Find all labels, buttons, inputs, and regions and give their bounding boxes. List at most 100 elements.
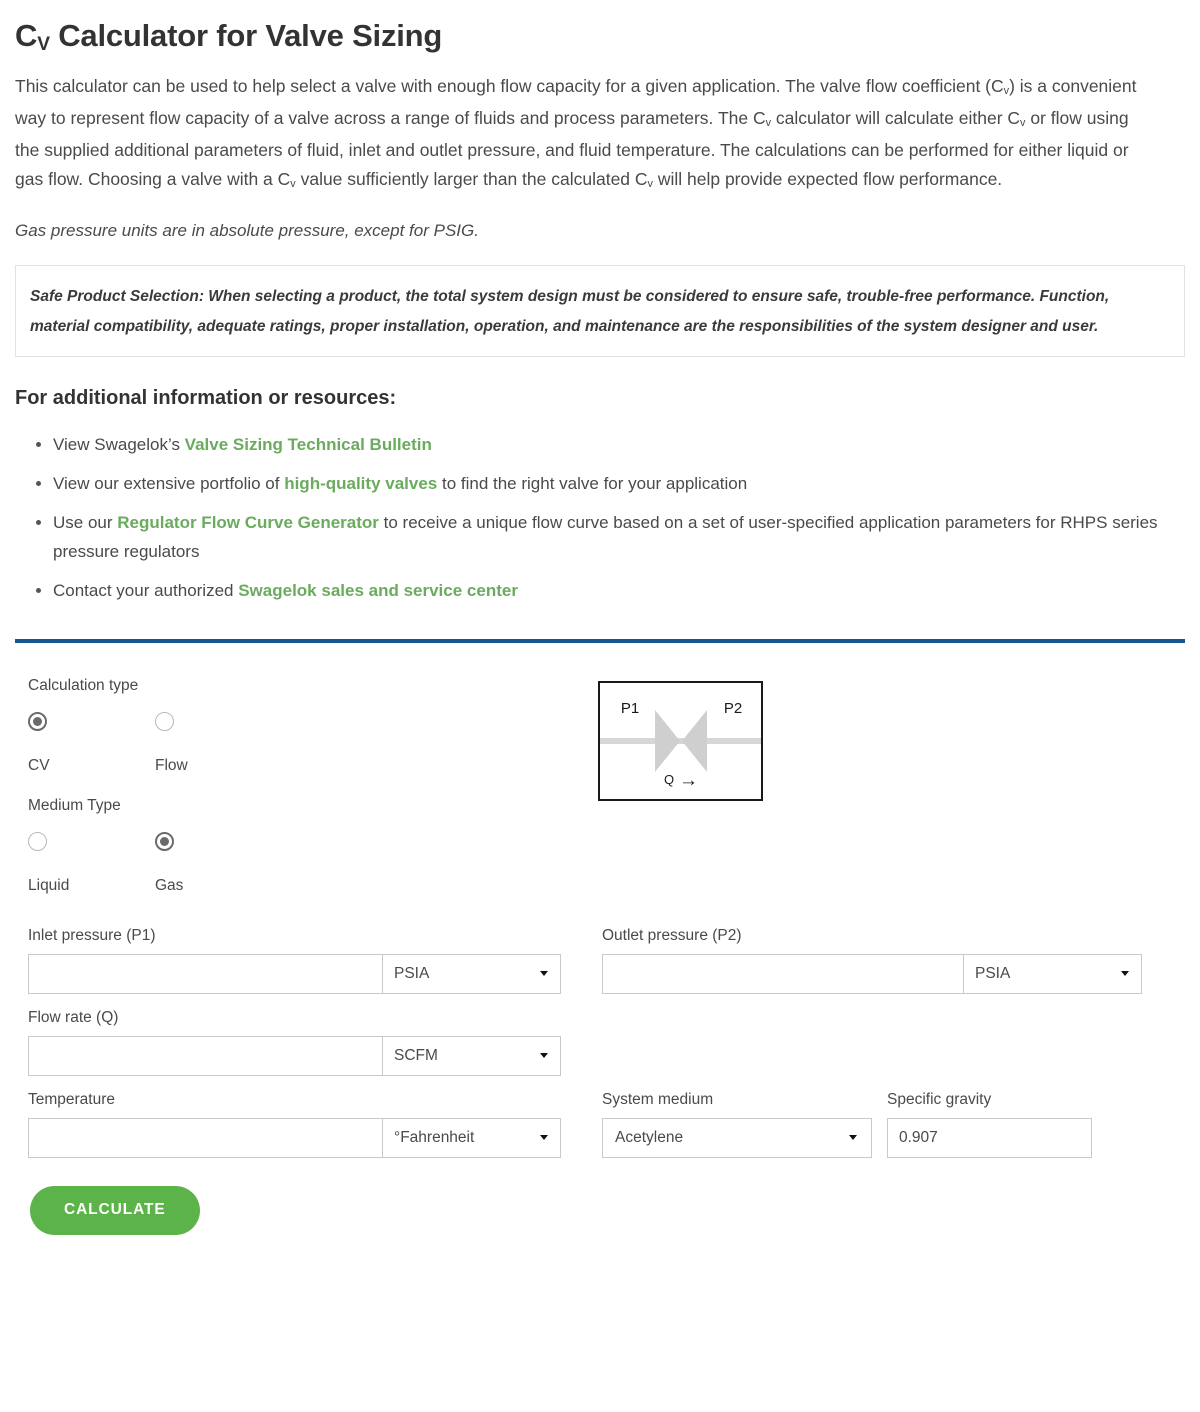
inlet-pressure-field: Inlet pressure (P1) PSIA	[28, 927, 588, 994]
page-root: CV Calculator for Valve Sizing This calc…	[0, 18, 1200, 1263]
inlet-pressure-input[interactable]	[29, 954, 382, 993]
safe-product-selection-box: Safe Product Selection: When selecting a…	[15, 264, 1185, 357]
inlet-pressure-combo: PSIA	[28, 953, 561, 994]
radio-cv[interactable]	[28, 711, 47, 731]
resources-list: View Swagelok’s Valve Sizing Technical B…	[15, 430, 1185, 605]
outlet-pressure-input[interactable]	[603, 954, 963, 993]
flow-rate-field: Flow rate (Q) SCFM	[28, 1009, 588, 1076]
temperature-unit-select[interactable]: °Fahrenheit	[382, 1118, 560, 1157]
medium-gravity-group: System medium Acetylene Specific gravity	[588, 1091, 1172, 1158]
medium-type-label: Medium Type	[28, 796, 121, 814]
temperature-field: Temperature °Fahrenheit	[28, 1091, 588, 1158]
inlet-pressure-unit-value: PSIA	[394, 964, 430, 982]
specific-gravity-input[interactable]	[887, 1117, 1092, 1158]
radio-option-cv: CV	[28, 711, 155, 775]
valve-diagram-svg: P1 P2 Q →	[600, 700, 761, 791]
page-title-subscript: V	[37, 34, 50, 56]
medium-type-options: Liquid Gas	[28, 831, 588, 895]
flow-rate-input[interactable]	[29, 1036, 382, 1075]
page-title-cv: C	[15, 18, 38, 53]
intro-sub-2: v	[765, 117, 772, 130]
intro-paragraph: This calculator can be used to help sele…	[15, 72, 1155, 197]
safe-product-selection-text: Safe Product Selection: When selecting a…	[30, 282, 1170, 342]
valve-diagram: P1 P2 Q →	[598, 680, 763, 801]
chevron-down-icon	[540, 1135, 548, 1141]
system-medium-value: Acetylene	[615, 1128, 684, 1146]
resource-pre-text: View our extensive portfolio of	[53, 473, 285, 493]
flow-rate-unit-select[interactable]: SCFM	[382, 1036, 560, 1075]
specific-gravity-field: Specific gravity	[887, 1091, 1092, 1158]
resource-post-text: to find the right valve for your applica…	[437, 473, 748, 493]
system-medium-field: System medium Acetylene	[602, 1091, 887, 1158]
form-top-row: Calculation type CV Flow Medium Type Liq…	[28, 677, 1172, 903]
calculation-type-group: Calculation type CV Flow	[28, 677, 588, 775]
chevron-down-icon	[540, 1053, 548, 1059]
safe-product-selection-lead: Safe Product Selection:	[30, 287, 204, 305]
inlet-pressure-label: Inlet pressure (P1)	[28, 926, 156, 944]
list-item: Use our Regulator Flow Curve Generator t…	[53, 508, 1185, 566]
system-medium-label: System medium	[602, 1090, 714, 1108]
outlet-pressure-label: Outlet pressure (P2)	[602, 926, 742, 944]
chevron-down-icon	[1121, 971, 1129, 977]
temperature-combo: °Fahrenheit	[28, 1117, 561, 1158]
flow-rate-label: Flow rate (Q)	[28, 1008, 119, 1026]
chevron-down-icon	[540, 971, 548, 977]
temperature-unit-value: °Fahrenheit	[394, 1128, 475, 1146]
form-left-column: Calculation type CV Flow Medium Type Liq…	[28, 677, 588, 903]
calculator-form: Calculation type CV Flow Medium Type Liq…	[15, 677, 1185, 1235]
outlet-pressure-unit-select[interactable]: PSIA	[963, 954, 1141, 993]
outlet-pressure-combo: PSIA	[602, 953, 1142, 994]
calculation-type-label: Calculation type	[28, 676, 139, 694]
radio-cv-label: CV	[28, 756, 50, 774]
page-title: CV Calculator for Valve Sizing	[15, 18, 1185, 56]
radio-flow[interactable]	[155, 711, 174, 731]
resources-heading: For additional information or resources:	[15, 386, 397, 409]
calculation-type-options: CV Flow	[28, 711, 588, 775]
list-item: View Swagelok’s Valve Sizing Technical B…	[53, 430, 1185, 459]
temperature-label: Temperature	[28, 1090, 116, 1108]
inlet-pressure-unit-select[interactable]: PSIA	[382, 954, 560, 993]
intro-sub-3: v	[1020, 117, 1026, 130]
page-title-rest: Calculator for Valve Sizing	[49, 18, 443, 53]
medium-type-group: Medium Type Liquid Gas	[28, 797, 588, 895]
flow-arrow-icon: →	[679, 770, 698, 791]
resource-pre-text: View Swagelok’s	[53, 434, 185, 454]
intro-text-c: calculator will calculate either C	[771, 107, 1021, 128]
flow-rate-unit-value: SCFM	[394, 1046, 438, 1064]
radio-flow-label: Flow	[155, 756, 188, 774]
link-valve-sizing-technical-bulletin[interactable]: Valve Sizing Technical Bulletin	[185, 435, 432, 454]
chevron-down-icon	[849, 1135, 857, 1141]
valve-left-triangle-icon	[655, 709, 680, 772]
label-p2: P2	[724, 700, 742, 717]
intro-sub-1: v	[1003, 85, 1010, 98]
system-medium-select[interactable]: Acetylene	[602, 1117, 872, 1158]
intro-text-f: will help provide expected flow performa…	[652, 168, 1003, 189]
radio-option-gas: Gas	[155, 831, 282, 895]
radio-option-liquid: Liquid	[28, 831, 155, 895]
specific-gravity-label: Specific gravity	[887, 1090, 992, 1108]
radio-liquid-label: Liquid	[28, 876, 70, 894]
link-regulator-flow-curve-generator[interactable]: Regulator Flow Curve Generator	[117, 513, 379, 532]
intro-text-e: value sufficiently larger than the calcu…	[295, 168, 648, 189]
list-item: Contact your authorized Swagelok sales a…	[53, 576, 1185, 605]
flow-rate-spacer	[588, 1009, 1172, 1076]
radio-liquid[interactable]	[28, 831, 47, 851]
calculate-button[interactable]: CALCULATE	[30, 1185, 200, 1235]
resource-pre-text: Contact your authorized	[53, 580, 239, 600]
flow-rate-row: Flow rate (Q) SCFM	[28, 1009, 1172, 1076]
valve-diagram-column: P1 P2 Q →	[588, 677, 1172, 903]
valve-right-triangle-icon	[682, 709, 707, 772]
link-swagelok-sales-and-service-center[interactable]: Swagelok sales and service center	[238, 581, 518, 600]
list-item: View our extensive portfolio of high-qua…	[53, 469, 1185, 498]
bottom-row: Temperature °Fahrenheit System medium Ac…	[28, 1091, 1172, 1158]
temperature-input[interactable]	[29, 1118, 382, 1157]
pressure-row: Inlet pressure (P1) PSIA Outlet pressure…	[28, 927, 1172, 994]
intro-sub-5: v	[647, 178, 653, 191]
link-high-quality-valves[interactable]: high-quality valves	[284, 474, 437, 493]
radio-gas-label: Gas	[155, 876, 184, 894]
gas-pressure-note: Gas pressure units are in absolute press…	[15, 220, 479, 240]
resource-pre-text: Use our	[53, 512, 118, 532]
outlet-pressure-field: Outlet pressure (P2) PSIA	[588, 927, 1172, 994]
radio-gas[interactable]	[155, 831, 174, 851]
label-q: Q	[664, 772, 674, 787]
